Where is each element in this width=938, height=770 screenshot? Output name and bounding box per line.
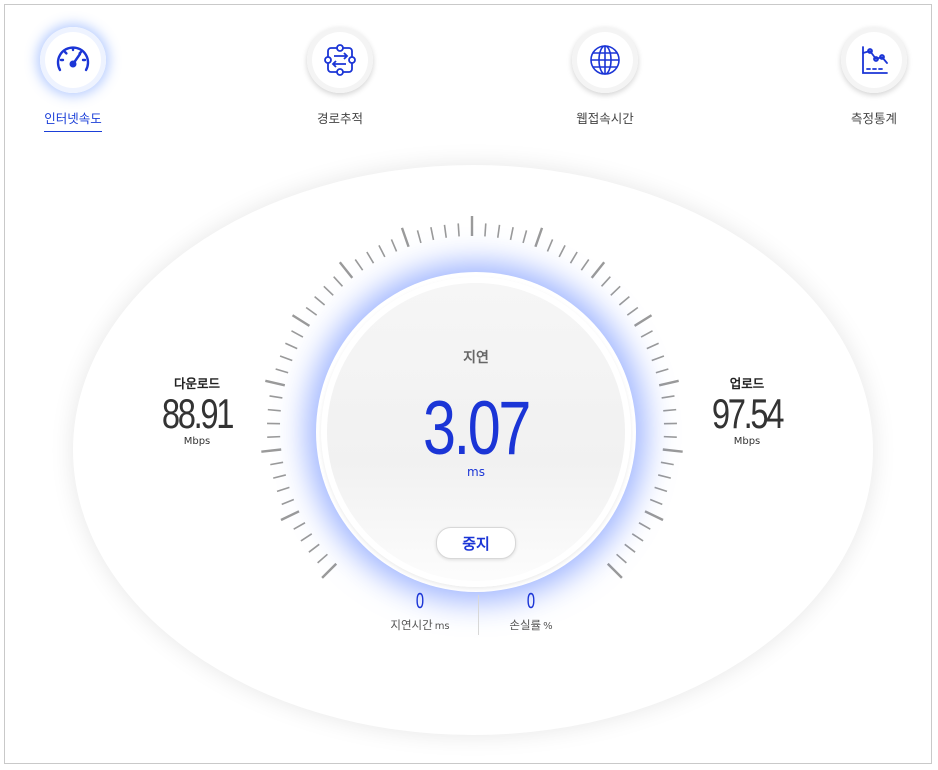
gauge-tick (644, 510, 664, 522)
gauge-tick (654, 486, 668, 493)
gauge-tick (657, 474, 671, 479)
gauge-tick (314, 296, 326, 306)
gauge-tick (606, 562, 623, 579)
gauge-tick (281, 498, 295, 506)
gauge-tick (275, 368, 289, 374)
gauge-tick (633, 314, 653, 327)
gauge-tick (269, 395, 283, 399)
loss-rate-stat: 0 손실률% (476, 589, 586, 633)
gauge-tick (651, 355, 665, 362)
latency-unit: ms (467, 465, 485, 479)
gauge-tick (509, 227, 514, 241)
gauge-tick (273, 474, 287, 479)
gauge-tick (457, 223, 460, 237)
gauge-tick (300, 533, 313, 542)
gauge-tick (280, 510, 300, 522)
gauge-tick (558, 244, 566, 258)
gauge-tick (321, 562, 338, 579)
gauge-tick (618, 296, 630, 306)
speed-test-window: 인터넷속도 경로추적 웹접속시간 측정통계 지연 3.07 ms 중지 다운로드… (4, 4, 932, 764)
gauge-tick (663, 435, 677, 438)
gauge-tick (661, 395, 675, 399)
gauge-tick (610, 285, 621, 296)
gauge-tick (600, 276, 611, 287)
gauge-tick (640, 330, 653, 338)
upload-value: 97.54 (711, 390, 785, 437)
gauge-tick (496, 224, 501, 238)
gauge-tick (626, 306, 639, 316)
gauge-tick (285, 342, 298, 350)
gauge-tick (400, 227, 410, 248)
gauge-tick (276, 486, 290, 493)
latency-time-unit: ms (434, 621, 450, 632)
gauge-tick (267, 435, 281, 438)
download-value: 88.91 (161, 390, 235, 437)
latency-time-stat: 0 지연시간 ms (365, 589, 475, 633)
latency-time-label: 지연시간 (390, 618, 433, 632)
gauge-tick (624, 543, 636, 553)
gauge-tick (631, 533, 644, 542)
gauge-tick (333, 276, 344, 287)
gauge-tick (484, 223, 487, 237)
gauge-tick (308, 543, 320, 553)
gauge-tick (658, 379, 679, 387)
gauge-tick (267, 408, 281, 412)
gauge-tick (305, 306, 318, 316)
gauge-tick (293, 522, 306, 530)
gauge-tick (580, 259, 590, 271)
latency-label: 지연 (463, 350, 489, 366)
gauge-tick (378, 244, 386, 258)
loss-rate-label: 손실률 (509, 618, 542, 632)
gauge-tick (323, 285, 334, 296)
gauge-tick (569, 251, 578, 264)
gauge-tick (317, 553, 328, 564)
gauge-tick (522, 230, 528, 244)
stop-button[interactable]: 중지 (436, 527, 516, 559)
loss-rate-unit: % (543, 621, 553, 632)
gauge-tick (649, 498, 663, 506)
gauge-tick (646, 342, 659, 350)
upload-result: 업로드 97.54 Mbps (687, 373, 807, 447)
gauge-tick (279, 355, 293, 362)
gauge-tick (663, 408, 677, 412)
latency-time-value: 0 (415, 589, 425, 613)
gauge-tick (270, 461, 284, 466)
gauge-tick (655, 368, 669, 374)
gauge-tick (443, 224, 448, 238)
gauge-tick (338, 261, 354, 279)
gauge-tick (430, 227, 435, 241)
gauge-tick (291, 330, 304, 338)
gauge-tick (662, 448, 683, 453)
gauge-tick (616, 553, 627, 564)
loss-rate-value: 0 (526, 589, 536, 613)
gauge-tick (261, 448, 282, 453)
download-result: 다운로드 88.91 Mbps (137, 373, 257, 447)
gauge-tick (354, 259, 364, 271)
gauge-tick (291, 314, 311, 327)
gauge-tick (590, 261, 606, 279)
gauge-tick (546, 239, 554, 252)
gauge-tick (390, 239, 398, 252)
gauge-tick (416, 230, 422, 244)
gauge-tick (638, 522, 651, 530)
latency-dial: 지연 3.07 ms 중지 (321, 277, 631, 587)
download-unit: Mbps (183, 436, 211, 447)
gauge-tick (265, 379, 286, 387)
upload-unit: Mbps (733, 436, 761, 447)
latency-value: 3.07 (422, 386, 531, 471)
gauge-tick (660, 461, 674, 466)
gauge-tick (366, 251, 375, 264)
gauge-tick (534, 227, 544, 248)
